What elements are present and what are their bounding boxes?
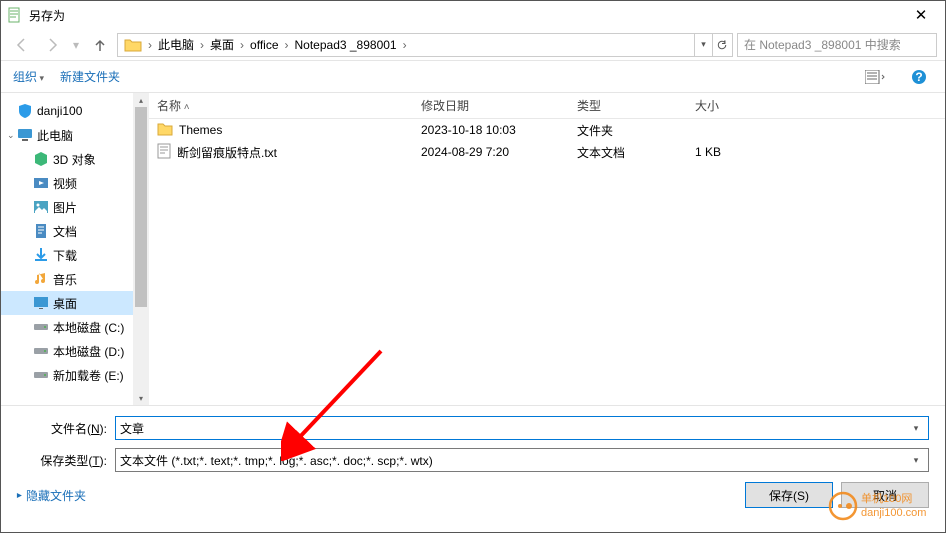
file-row[interactable]: 断剑留痕版特点.txt 2024-08-29 7:20文本文档1 KB	[149, 141, 945, 163]
tree-item[interactable]: 本地磁盘 (C:)	[1, 315, 148, 339]
column-date[interactable]: 修改日期	[413, 97, 569, 114]
file-date: 2024-08-29 7:20	[413, 145, 569, 159]
tree-item[interactable]: 下载	[1, 243, 148, 267]
tree-item[interactable]: ⌄此电脑	[1, 123, 148, 147]
tree-item[interactable]: 3D 对象	[1, 147, 148, 171]
tree-item-label: 文档	[53, 223, 77, 240]
filename-input[interactable]: ▾	[115, 416, 929, 440]
back-button[interactable]	[9, 33, 35, 57]
file-size: 1 KB	[687, 145, 787, 159]
file-row[interactable]: Themes 2023-10-18 10:03文件夹	[149, 119, 945, 141]
tree-item[interactable]: danji100	[1, 99, 148, 123]
window-title: 另存为	[29, 7, 901, 24]
tree-item-label: 下载	[53, 247, 77, 264]
column-size[interactable]: 大小	[687, 97, 787, 114]
disk-icon	[33, 319, 49, 335]
tree-item[interactable]: 桌面	[1, 291, 148, 315]
tree-item-label: 本地磁盘 (D:)	[53, 343, 124, 360]
folder-icon	[124, 38, 142, 52]
file-name: Themes	[179, 123, 222, 137]
toolbar: 组织 新建文件夹 ?	[1, 61, 945, 93]
tree-item[interactable]: 音乐	[1, 267, 148, 291]
file-type: 文本文档	[569, 144, 687, 161]
close-button[interactable]: ✕	[901, 1, 941, 29]
file-rows[interactable]: Themes 2023-10-18 10:03文件夹断剑留痕版特点.txt 2024…	[149, 119, 945, 405]
tree-item-label: 图片	[53, 199, 77, 216]
video-icon	[33, 175, 49, 191]
folder-tree[interactable]: danji100 ⌄此电脑 3D 对象视频图片文档下载音乐桌面本地磁盘 (C:) 本地…	[1, 93, 149, 393]
filetype-select[interactable]: 文本文件 (*.txt;*. text;*. tmp;*. log;*. asc…	[115, 448, 929, 472]
txt-icon	[157, 143, 171, 162]
chevron-icon: ›	[146, 38, 154, 52]
folder-icon	[157, 122, 173, 139]
file-name: 断剑留痕版特点.txt	[177, 144, 277, 161]
dropdown-icon[interactable]: ▾	[908, 423, 924, 434]
tree-item-label: 本地磁盘 (C:)	[53, 319, 124, 336]
chevron-icon: ›	[401, 38, 409, 52]
filetype-value: 文本文件 (*.txt;*. text;*. tmp;*. log;*. asc…	[120, 452, 908, 469]
img-icon	[33, 199, 49, 215]
tree-item[interactable]: 图片	[1, 195, 148, 219]
title-bar: 另存为 ✕	[1, 1, 945, 29]
breadcrumb-item[interactable]: Notepad3 _898001	[291, 38, 401, 52]
search-input[interactable]: 在 Notepad3 _898001 中搜索	[737, 33, 937, 57]
forward-button[interactable]	[39, 33, 65, 57]
nav-bar: ▾ › 此电脑 › 桌面 › office › Notepad3 _898001…	[1, 29, 945, 61]
dropdown-icon[interactable]: ▾	[908, 455, 924, 466]
save-button[interactable]: 保存(S)	[745, 482, 833, 508]
hide-folders-toggle[interactable]: 隐藏文件夹	[17, 487, 86, 504]
disk-icon	[33, 343, 49, 359]
tree-item[interactable]: 视频	[1, 171, 148, 195]
cube-icon	[33, 151, 49, 167]
tree-item-label: 音乐	[53, 271, 77, 288]
tree-item-label: 新加载卷 (E:)	[53, 367, 124, 384]
desk-icon	[33, 295, 49, 311]
filetype-label: 保存类型(T):	[17, 452, 115, 469]
pc-icon	[17, 127, 33, 143]
doc-icon	[33, 223, 49, 239]
file-type: 文件夹	[569, 122, 687, 139]
breadcrumb-item[interactable]: 此电脑	[154, 36, 198, 53]
filename-field[interactable]	[120, 421, 908, 435]
tree-item-label: danji100	[37, 104, 82, 118]
chevron-icon: ›	[238, 38, 246, 52]
chevron-icon: ›	[283, 38, 291, 52]
address-dropdown[interactable]: ▾	[694, 34, 712, 56]
refresh-button[interactable]	[712, 34, 730, 56]
column-type[interactable]: 类型	[569, 97, 687, 114]
breadcrumb-item[interactable]: office	[246, 38, 282, 52]
cancel-button[interactable]: 取消	[841, 482, 929, 508]
shield-icon	[17, 103, 33, 119]
organize-button[interactable]: 组织	[13, 68, 44, 85]
svg-text:?: ?	[915, 70, 922, 84]
tree-item-label: 此电脑	[37, 127, 73, 144]
dl-icon	[33, 247, 49, 263]
file-date: 2023-10-18 10:03	[413, 123, 569, 137]
tree-scrollbar[interactable]: ▴▾	[133, 93, 149, 405]
address-bar[interactable]: › 此电脑 › 桌面 › office › Notepad3 _898001 ›…	[117, 33, 733, 57]
tree-item-label: 3D 对象	[53, 151, 96, 168]
bottom-panel: 文件名(N): ▾ 保存类型(T): 文本文件 (*.txt;*. text;*…	[1, 405, 945, 516]
app-icon	[7, 7, 23, 23]
disk-icon	[33, 367, 49, 383]
help-button[interactable]: ?	[905, 66, 933, 88]
view-button[interactable]	[861, 66, 889, 88]
column-name[interactable]: 名称	[149, 97, 413, 114]
recent-dropdown[interactable]: ▾	[69, 33, 83, 57]
tree-item-label: 视频	[53, 175, 77, 192]
tree-item-label: 桌面	[53, 295, 77, 312]
music-icon	[33, 271, 49, 287]
filename-label: 文件名(N):	[17, 420, 115, 437]
tree-item[interactable]: 本地磁盘 (D:)	[1, 339, 148, 363]
breadcrumb-item[interactable]: 桌面	[206, 36, 238, 53]
new-folder-button[interactable]: 新建文件夹	[60, 68, 120, 85]
tree-item[interactable]: 文档	[1, 219, 148, 243]
tree-item[interactable]: 新加载卷 (E:)	[1, 363, 148, 387]
up-button[interactable]	[87, 33, 113, 57]
chevron-icon: ›	[198, 38, 206, 52]
file-list: 名称 修改日期 类型 大小 Themes 2023-10-18 10:03文件夹断…	[149, 93, 945, 405]
column-headers: 名称 修改日期 类型 大小	[149, 93, 945, 119]
search-placeholder: 在 Notepad3 _898001 中搜索	[744, 36, 901, 53]
main-area: danji100 ⌄此电脑 3D 对象视频图片文档下载音乐桌面本地磁盘 (C:) 本地…	[1, 93, 945, 405]
